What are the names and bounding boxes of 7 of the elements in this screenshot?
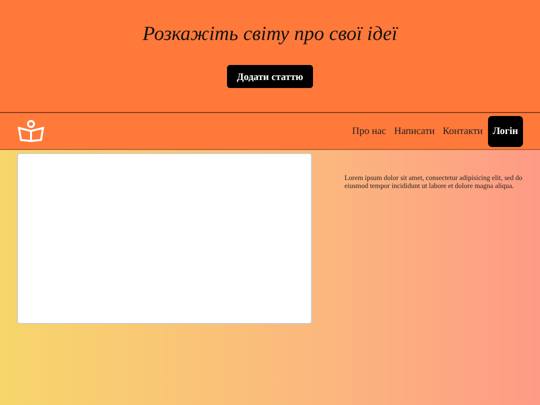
nav-link[interactable]: Контакти [442, 126, 483, 136]
add-article-button[interactable]: Додати статтю [226, 65, 314, 88]
hero-title: Розкажіть світу про свої ідеї [142, 23, 398, 46]
open-book-icon[interactable] [17, 120, 45, 142]
nav-link[interactable]: Про нас [352, 126, 386, 136]
login-button[interactable]: Логін [488, 116, 523, 146]
nav-link[interactable]: Написати [394, 126, 435, 136]
